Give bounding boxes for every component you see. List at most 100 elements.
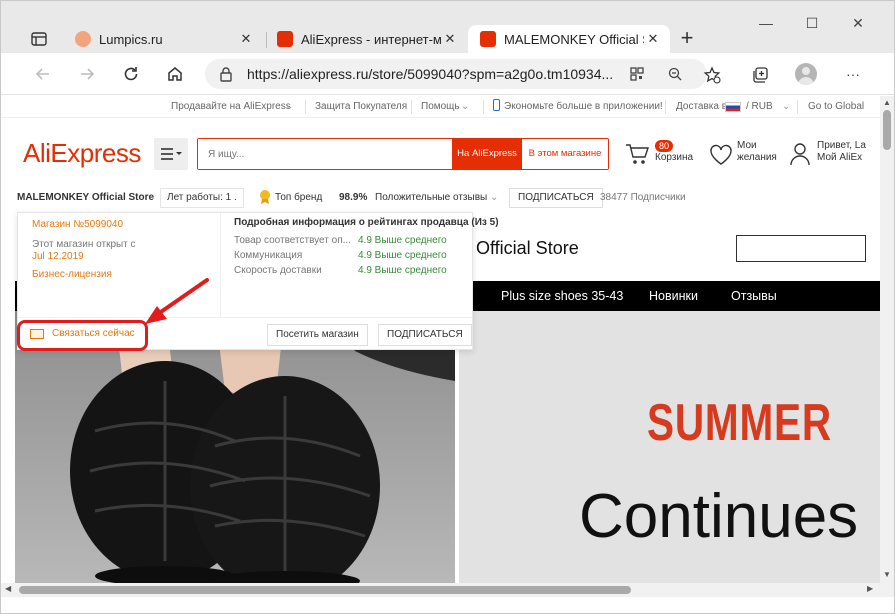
ratings-title: Подробная информация о рейтингах продавц… xyxy=(234,217,499,228)
new-tab-button[interactable]: + xyxy=(675,27,699,51)
scrollbar-corner xyxy=(880,583,894,597)
cart-count-badge: 80 xyxy=(655,140,673,152)
feedback-label: Положительные отзывы xyxy=(375,192,488,203)
back-icon xyxy=(35,68,49,80)
rating-value: 4.9 Выше среднего xyxy=(358,250,447,261)
sandals-photo xyxy=(15,311,455,583)
app-promo-link[interactable]: Экономьте больше в приложении! xyxy=(504,101,663,112)
scroll-left-icon[interactable]: ◀ xyxy=(5,584,11,593)
browser-window: Lumpics.ru ✕ AliExpress - интернет-ма ✕ … xyxy=(0,0,895,614)
home-icon xyxy=(168,67,182,81)
store-nav-plus-size[interactable]: Plus size shoes 35-43 xyxy=(501,289,623,303)
search-input[interactable] xyxy=(198,139,450,169)
close-tab-icon[interactable]: ✕ xyxy=(441,31,459,47)
visit-store-button[interactable]: Посетить магазин xyxy=(267,324,368,346)
home-button[interactable] xyxy=(163,62,187,86)
account-greeting: Привет, La xyxy=(817,140,866,151)
store-name-link[interactable]: MALEMONKEY Official Store xyxy=(17,192,154,203)
divider xyxy=(797,100,798,114)
search-store-button[interactable]: В этом магазине xyxy=(522,139,608,169)
wishlist-button[interactable]: Мои желания xyxy=(709,138,789,170)
store-nav-new[interactable]: Новинки xyxy=(649,289,698,303)
sell-link[interactable]: Продавайте на AliExpress xyxy=(171,101,291,112)
tab-malemonkey-store[interactable]: MALEMONKEY Official Sto ✕ xyxy=(468,25,670,53)
tab-lumpics[interactable]: Lumpics.ru ✕ xyxy=(63,25,263,53)
account-button[interactable]: Привет, La Мой AliEx xyxy=(789,138,880,170)
chevron-down-icon: ⌄ xyxy=(782,101,791,112)
refresh-icon xyxy=(124,67,138,81)
store-nav-reviews[interactable]: Отзывы xyxy=(731,289,777,303)
scroll-down-icon[interactable]: ▼ xyxy=(882,570,892,579)
menu-icon xyxy=(161,148,182,160)
chevron-down-icon: ⌄ xyxy=(285,101,294,112)
zoom-icon[interactable] xyxy=(667,66,683,82)
positive-feedback-dropdown[interactable]: Положительные отзывы ⌄ xyxy=(375,192,498,203)
help-link[interactable]: Помощь xyxy=(421,101,460,112)
more-button[interactable]: ··· xyxy=(841,62,865,86)
forward-icon xyxy=(81,68,95,80)
store-opened-label: Этот магазин открыт с xyxy=(32,239,136,250)
store-banner-title: Official Store xyxy=(476,238,579,258)
user-icon xyxy=(790,143,810,166)
currency-label[interactable]: / RUB xyxy=(746,101,773,112)
back-button[interactable] xyxy=(31,62,55,86)
subscribe-button[interactable]: ПОДПИСАТЬСЯ xyxy=(509,188,603,208)
browser-toolbar: https://aliexpress.ru/store/5099040?spm=… xyxy=(1,53,894,95)
sandals-product-image[interactable] xyxy=(15,311,455,583)
annotation-arrow-icon xyxy=(145,278,209,324)
scroll-right-icon[interactable]: ▶ xyxy=(867,584,873,593)
tab-strip: Lumpics.ru ✕ AliExpress - интернет-ма ✕ … xyxy=(1,1,894,53)
ship-to-label[interactable]: Доставка в xyxy=(676,101,727,112)
tab-actions-icon[interactable] xyxy=(29,29,49,49)
address-bar[interactable]: https://aliexpress.ru/store/5099040?spm=… xyxy=(205,59,707,89)
qr-icon[interactable] xyxy=(629,66,645,82)
profile-icon[interactable] xyxy=(795,63,817,85)
close-tab-icon[interactable]: ✕ xyxy=(644,31,662,47)
chevron-down-icon: ⌄ xyxy=(489,192,499,203)
buyer-protection-link[interactable]: Защита Покупателя xyxy=(315,101,407,112)
scrollbar-thumb[interactable] xyxy=(19,586,631,594)
phone-icon xyxy=(493,99,500,111)
rating-label: Коммуникация xyxy=(234,250,303,261)
tab-title: Lumpics.ru xyxy=(99,31,163,47)
tab-aliexpress[interactable]: AliExpress - интернет-ма ✕ xyxy=(265,25,467,53)
horizontal-scrollbar[interactable]: ◀ ▶ xyxy=(1,583,880,597)
go-to-global-link[interactable]: Go to Global xyxy=(808,101,864,112)
vertical-scrollbar[interactable]: ▲ ▼ xyxy=(880,96,894,583)
categories-menu-button[interactable] xyxy=(154,138,188,170)
search-aliexpress-button[interactable]: На AliExpress xyxy=(452,139,522,169)
store-search-input[interactable] xyxy=(736,235,866,262)
popup-subscribe-button[interactable]: ПОДПИСАТЬСЯ xyxy=(378,324,472,346)
maximize-button[interactable]: ☐ xyxy=(797,15,827,32)
store-age-badge: Лет работы: 1 . xyxy=(160,188,244,208)
cart-icon xyxy=(626,144,649,164)
store-number-link[interactable]: Магазин №5099040 xyxy=(32,219,123,230)
ali-top-bar: Продавайте на AliExpress ⌄ Защита Покупа… xyxy=(1,96,880,118)
top-brand-label: Топ бренд xyxy=(275,192,323,203)
aliexpress-favicon-icon xyxy=(480,31,496,47)
rating-value: 4.9 Выше среднего xyxy=(358,265,447,276)
close-tab-icon[interactable]: ✕ xyxy=(237,31,255,47)
ali-header: AliExpress На AliExpress В этом магазине… xyxy=(1,118,880,184)
annotation-highlight-box xyxy=(17,320,148,351)
russia-flag-icon xyxy=(725,102,741,112)
minimize-button[interactable]: — xyxy=(751,15,781,31)
promo-headline: SUMMER xyxy=(647,394,832,452)
collections-icon[interactable] xyxy=(751,66,769,84)
scroll-up-icon[interactable]: ▲ xyxy=(882,98,892,107)
scrollbar-thumb[interactable] xyxy=(883,110,891,150)
window-bottom-edge xyxy=(1,597,894,613)
lock-icon[interactable] xyxy=(219,66,233,82)
favorite-add-icon[interactable] xyxy=(703,66,721,84)
summer-promo-banner[interactable]: SUMMER Continues xyxy=(459,311,880,583)
refresh-button[interactable] xyxy=(119,62,143,86)
aliexpress-logo[interactable]: AliExpress xyxy=(23,138,141,169)
forward-button[interactable] xyxy=(75,62,99,86)
business-license-link[interactable]: Бизнес-лицензия xyxy=(32,269,112,280)
close-window-button[interactable]: ✕ xyxy=(843,15,873,32)
divider xyxy=(665,100,666,114)
store-info-bar: MALEMONKEY Official Store Лет работы: 1 … xyxy=(1,184,880,212)
web-page: Продавайте на AliExpress ⌄ Защита Покупа… xyxy=(1,96,880,583)
rating-label: Скорость доставки xyxy=(234,265,322,276)
url-text[interactable]: https://aliexpress.ru/store/5099040?spm=… xyxy=(247,66,627,82)
